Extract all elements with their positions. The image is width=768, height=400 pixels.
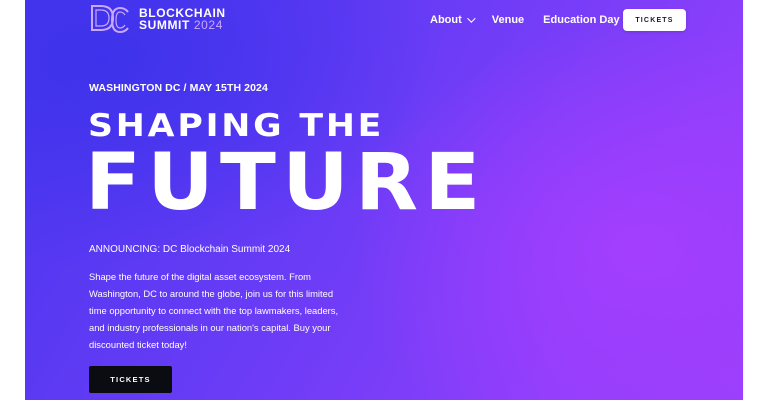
header-tickets-button[interactable]: TICKETS — [623, 9, 686, 31]
nav-item-education-day[interactable]: Education Day — [543, 14, 619, 26]
nav-item-label: Education Day — [543, 14, 620, 26]
site-logo[interactable]: BLOCKCHAIN SUMMIT 2024 — [89, 3, 226, 35]
nav-item-about[interactable]: About — [430, 14, 476, 26]
dc-logo-mark-icon — [91, 5, 129, 34]
hero-description: Shape the future of the digital asset ec… — [89, 271, 339, 350]
event-location-date: WASHINGTON DC / MAY 15TH 2024 — [89, 82, 268, 94]
logo-year: 2024 — [193, 18, 223, 32]
main-nav: About Venue Education Day — [430, 9, 639, 31]
hero-headline-line-2: FUTURE — [85, 138, 487, 228]
logo-summit: SUMMIT — [139, 18, 190, 32]
announcement-text: ANNOUNCING: DC Blockchain Summit 2024 — [89, 244, 291, 255]
logo-line-2: SUMMIT 2024 — [139, 19, 226, 31]
nav-item-label: About — [430, 14, 462, 26]
hero-page: BLOCKCHAIN SUMMIT 2024 About Venue Educa… — [25, 0, 743, 400]
nav-item-venue[interactable]: Venue — [492, 14, 524, 26]
nav-item-label: Venue — [491, 14, 525, 26]
chevron-down-icon — [466, 14, 476, 23]
logo-wordmark: BLOCKCHAIN SUMMIT 2024 — [139, 7, 226, 31]
hero-tickets-button[interactable]: TICKETS — [89, 366, 172, 393]
